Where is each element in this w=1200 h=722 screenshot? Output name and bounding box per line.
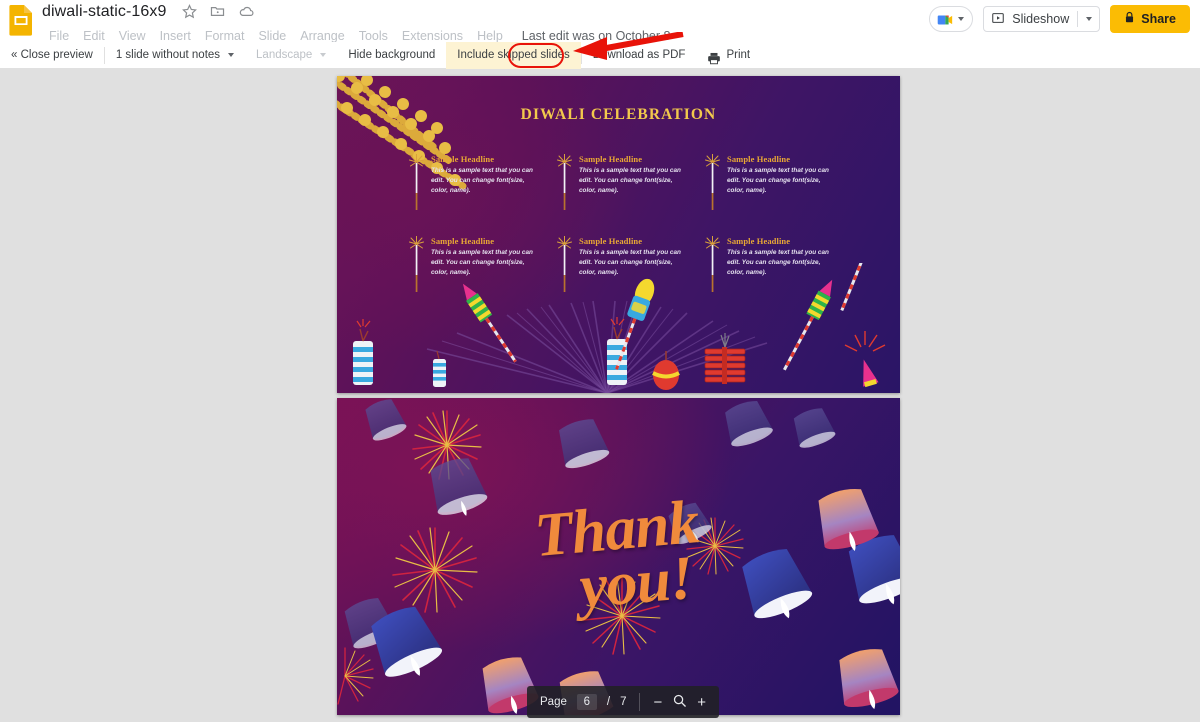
headline-title-1: Sample Headline — [431, 154, 495, 164]
close-preview-button[interactable]: « Close preview — [0, 42, 104, 69]
thank-you-line-2: you! — [576, 543, 696, 621]
print-preview-toolbar: « Close preview 1 slide without notes La… — [0, 41, 1200, 69]
title-icon-group — [181, 3, 262, 21]
slide-2-background: Thank you! — [337, 398, 900, 715]
headline-cell-2: Sample Headline This is a sample text th… — [557, 153, 691, 210]
notes-layout-label: 1 slide without notes — [115, 48, 221, 61]
headline-body-1: This is a sample text that you can edit.… — [431, 167, 533, 195]
print-button[interactable]: Print — [696, 42, 761, 69]
headline-body-3: This is a sample text that you can edit.… — [727, 167, 829, 195]
slideshow-label: Slideshow — [1012, 12, 1070, 26]
printer-icon — [707, 49, 721, 65]
headline-title-6: Sample Headline — [727, 236, 791, 246]
headline-title-3: Sample Headline — [727, 154, 791, 164]
zoom-in-button[interactable]: + — [697, 695, 706, 710]
headline-body-2: This is a sample text that you can edit.… — [579, 167, 681, 195]
print-label: Print — [726, 48, 751, 61]
orientation-label: Landscape — [256, 48, 313, 61]
headline-title-4: Sample Headline — [431, 236, 495, 246]
sparkler-icon — [705, 153, 720, 210]
rocket-yellow-2 — [840, 263, 865, 312]
google-slides-print-preview: diwali-static-16x9 File Edit View Insert… — [0, 0, 1200, 722]
slideshow-button[interactable]: Slideshow — [983, 6, 1101, 32]
cloud-saved-icon[interactable] — [238, 3, 255, 20]
orientation-chevron-down-icon — [320, 53, 327, 57]
header-actions: Slideshow Share — [929, 5, 1190, 33]
headline-text-1: Sample Headline This is a sample text th… — [431, 154, 543, 210]
slide-preview-2[interactable]: Thank you! — [337, 398, 900, 715]
rocket-green-1 — [462, 283, 517, 363]
slide-1-background: DIWALI CELEBRATION Sample Headline This … — [337, 76, 900, 393]
current-page-input[interactable]: 6 — [576, 694, 597, 710]
hide-background-button[interactable]: Hide background — [337, 42, 446, 69]
headline-text-3: Sample Headline This is a sample text th… — [727, 154, 839, 210]
page-label: Page — [540, 696, 567, 708]
sparkler-icon — [409, 153, 424, 210]
thank-you-text: Thank you! — [532, 488, 705, 621]
headline-title-2: Sample Headline — [579, 154, 643, 164]
print-preview-canvas[interactable]: DIWALI CELEBRATION Sample Headline This … — [0, 69, 1200, 722]
share-button[interactable]: Share — [1110, 5, 1190, 33]
orientation-dropdown: Landscape — [245, 42, 337, 69]
cracker-round-red — [652, 351, 680, 390]
slideshow-divider — [1077, 11, 1079, 27]
firecracker-scene-decor — [353, 263, 886, 393]
slide-preview-1[interactable]: DIWALI CELEBRATION Sample Headline This … — [337, 76, 900, 393]
document-title[interactable]: diwali-static-16x9 — [42, 2, 167, 22]
include-skipped-slides-button[interactable]: Include skipped slides — [446, 41, 581, 69]
present-icon — [991, 11, 1005, 28]
rocket-green-2 — [783, 279, 833, 371]
download-as-pdf-button[interactable]: Download as PDF — [582, 42, 697, 69]
app-header: diwali-static-16x9 File Edit View Insert… — [0, 0, 1200, 43]
cracker-blue-1 — [353, 319, 373, 385]
slide-1-title: DIWALI CELEBRATION — [520, 106, 717, 123]
share-label: Share — [1141, 12, 1176, 26]
cracker-blue-2 — [433, 350, 446, 387]
total-pages: 7 — [620, 696, 627, 708]
google-slides-icon[interactable] — [8, 4, 34, 36]
page-navigation-controls: Page 6 / 7 − + — [527, 686, 719, 718]
notes-chevron-down-icon[interactable] — [228, 53, 235, 57]
page-separator: / — [606, 696, 611, 708]
google-meet-icon — [937, 13, 954, 26]
star-icon[interactable] — [181, 3, 198, 20]
meet-chevron-down-icon[interactable] — [958, 17, 965, 21]
move-to-folder-icon[interactable] — [209, 3, 226, 20]
zoom-out-button[interactable]: − — [653, 695, 662, 710]
page-indicator-group: Page 6 / 7 — [527, 694, 639, 710]
magnifier-icon[interactable] — [672, 693, 687, 711]
sparkler-icon — [557, 153, 572, 210]
notes-layout-dropdown[interactable]: 1 slide without notes — [105, 42, 245, 69]
slideshow-chevron-down-icon[interactable] — [1086, 17, 1093, 21]
headline-cell-1: Sample Headline This is a sample text th… — [409, 153, 543, 210]
spark-burst-right — [844, 331, 886, 352]
cracker-cone-pink — [863, 359, 879, 388]
headline-text-2: Sample Headline This is a sample text th… — [579, 154, 691, 210]
lock-icon — [1124, 11, 1135, 27]
title-block: diwali-static-16x9 File Edit View Insert… — [42, 2, 670, 46]
zoom-controls-group: − + — [640, 693, 719, 711]
headline-title-5: Sample Headline — [579, 236, 643, 246]
headline-cell-3: Sample Headline This is a sample text th… — [705, 153, 839, 210]
thank-you-block: Thank you! — [337, 398, 900, 715]
google-meet-button[interactable] — [929, 6, 974, 32]
firecracker-bundle — [704, 333, 746, 384]
